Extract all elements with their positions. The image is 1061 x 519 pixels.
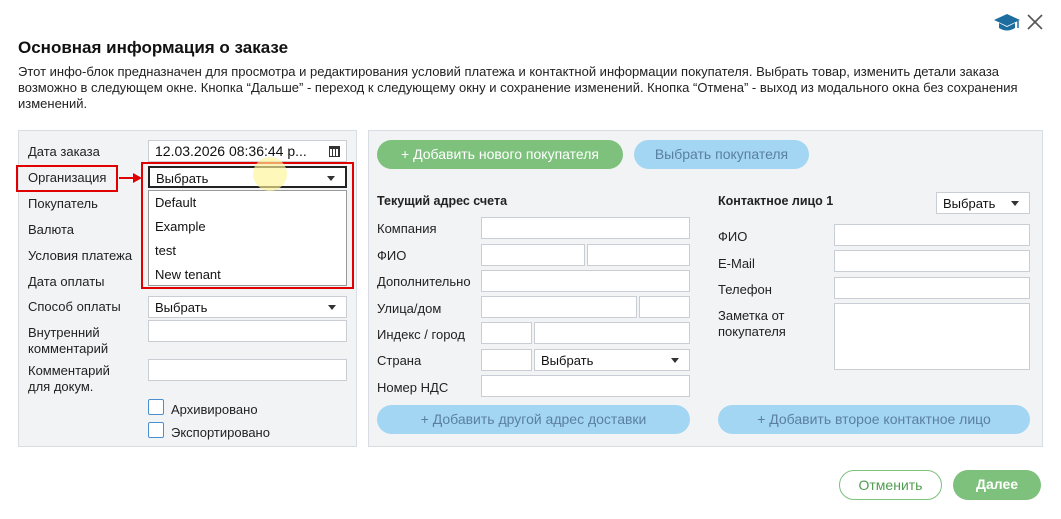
- payment-method-label: Способ оплаты: [28, 299, 121, 314]
- add-delivery-address-button[interactable]: + Добавить другой адрес доставки: [377, 405, 690, 434]
- add-new-buyer-button[interactable]: + Добавить нового покупателя: [377, 140, 623, 169]
- chevron-down-icon: [1011, 201, 1019, 206]
- order-date-value: 12.03.2026 08:36:44 p...: [155, 143, 307, 159]
- doc-comment-input[interactable]: [148, 359, 347, 381]
- cursor-highlight: [253, 157, 287, 191]
- billing-country-select[interactable]: Выбрать: [534, 349, 690, 371]
- billing-house-input[interactable]: [639, 296, 690, 318]
- internal-comment-label-2: комментарий: [28, 341, 109, 356]
- payment-date-label: Дата оплаты: [28, 274, 105, 289]
- contact-note-textarea[interactable]: [834, 303, 1030, 370]
- billing-vat-input[interactable]: [481, 375, 690, 397]
- billing-company-input[interactable]: [481, 217, 690, 239]
- page-title: Основная информация о заказе: [18, 38, 289, 57]
- annotation-arrow: [119, 172, 143, 184]
- exported-checkbox[interactable]: [148, 422, 164, 438]
- order-date-input[interactable]: 12.03.2026 08:36:44 p...: [148, 140, 347, 162]
- billing-vat-label: Номер НДС: [377, 380, 449, 395]
- add-second-contact-button[interactable]: + Добавить второе контактное лицо: [718, 405, 1030, 434]
- payment-terms-label: Условия платежа: [28, 248, 133, 263]
- billing-address-title: Текущий адрес счета: [377, 194, 508, 208]
- contact-email-input[interactable]: [834, 250, 1030, 272]
- billing-last-name-input[interactable]: [587, 244, 690, 266]
- contact-person-selected-value: Выбрать: [943, 196, 996, 211]
- billing-first-name-input[interactable]: [481, 244, 585, 266]
- billing-city-input[interactable]: [534, 322, 690, 344]
- archived-checkbox[interactable]: [148, 399, 164, 415]
- annotation-box-organization-label: [16, 165, 118, 192]
- billing-country-label: Страна: [377, 353, 422, 368]
- close-icon[interactable]: [1025, 12, 1045, 32]
- contact-person-title: Контактное лицо 1: [718, 194, 834, 208]
- order-date-label: Дата заказа: [28, 144, 100, 159]
- next-button[interactable]: Далее: [953, 470, 1041, 500]
- doc-comment-label: Комментарий: [28, 363, 110, 378]
- exported-label: Экспортировано: [171, 425, 270, 440]
- cancel-button[interactable]: Отменить: [839, 470, 942, 500]
- currency-label: Валюта: [28, 222, 74, 237]
- chevron-down-icon: [328, 305, 336, 310]
- annotation-box-organization-dropdown: [141, 162, 354, 289]
- payment-method-selected-value: Выбрать: [155, 300, 208, 315]
- contact-fio-label: ФИО: [718, 229, 748, 244]
- contact-note-label-2: покупателя: [718, 324, 786, 339]
- payment-method-select[interactable]: Выбрать: [148, 296, 347, 318]
- billing-country-code-input[interactable]: [481, 349, 532, 371]
- billing-zip-city-label: Индекс / город: [377, 327, 465, 342]
- graduation-cap-icon[interactable]: [993, 12, 1021, 34]
- billing-additional-input[interactable]: [481, 270, 690, 292]
- billing-company-label: Компания: [377, 221, 437, 236]
- page-description: Этот инфо-блок предназначен для просмотр…: [18, 64, 1018, 111]
- billing-additional-label: Дополнительно: [377, 274, 471, 289]
- contact-person-select[interactable]: Выбрать: [936, 192, 1030, 214]
- internal-comment-input[interactable]: [148, 320, 347, 342]
- billing-street-label: Улица/дом: [377, 301, 442, 316]
- calendar-icon[interactable]: [329, 146, 340, 157]
- contact-phone-input[interactable]: [834, 277, 1030, 299]
- buyer-label: Покупатель: [28, 196, 98, 211]
- billing-fio-label: ФИО: [377, 248, 407, 263]
- billing-country-selected-value: Выбрать: [541, 353, 594, 368]
- billing-zip-input[interactable]: [481, 322, 532, 344]
- choose-buyer-button[interactable]: Выбрать покупателя: [634, 140, 809, 169]
- contact-email-label: E-Mail: [718, 256, 755, 271]
- chevron-down-icon: [671, 358, 679, 363]
- contact-fio-input[interactable]: [834, 224, 1030, 246]
- archived-label: Архивировано: [171, 402, 258, 417]
- contact-note-label: Заметка от: [718, 308, 785, 323]
- internal-comment-label: Внутренний: [28, 325, 100, 340]
- doc-comment-label-2: для докум.: [28, 379, 94, 394]
- contact-phone-label: Телефон: [718, 282, 772, 297]
- billing-street-input[interactable]: [481, 296, 637, 318]
